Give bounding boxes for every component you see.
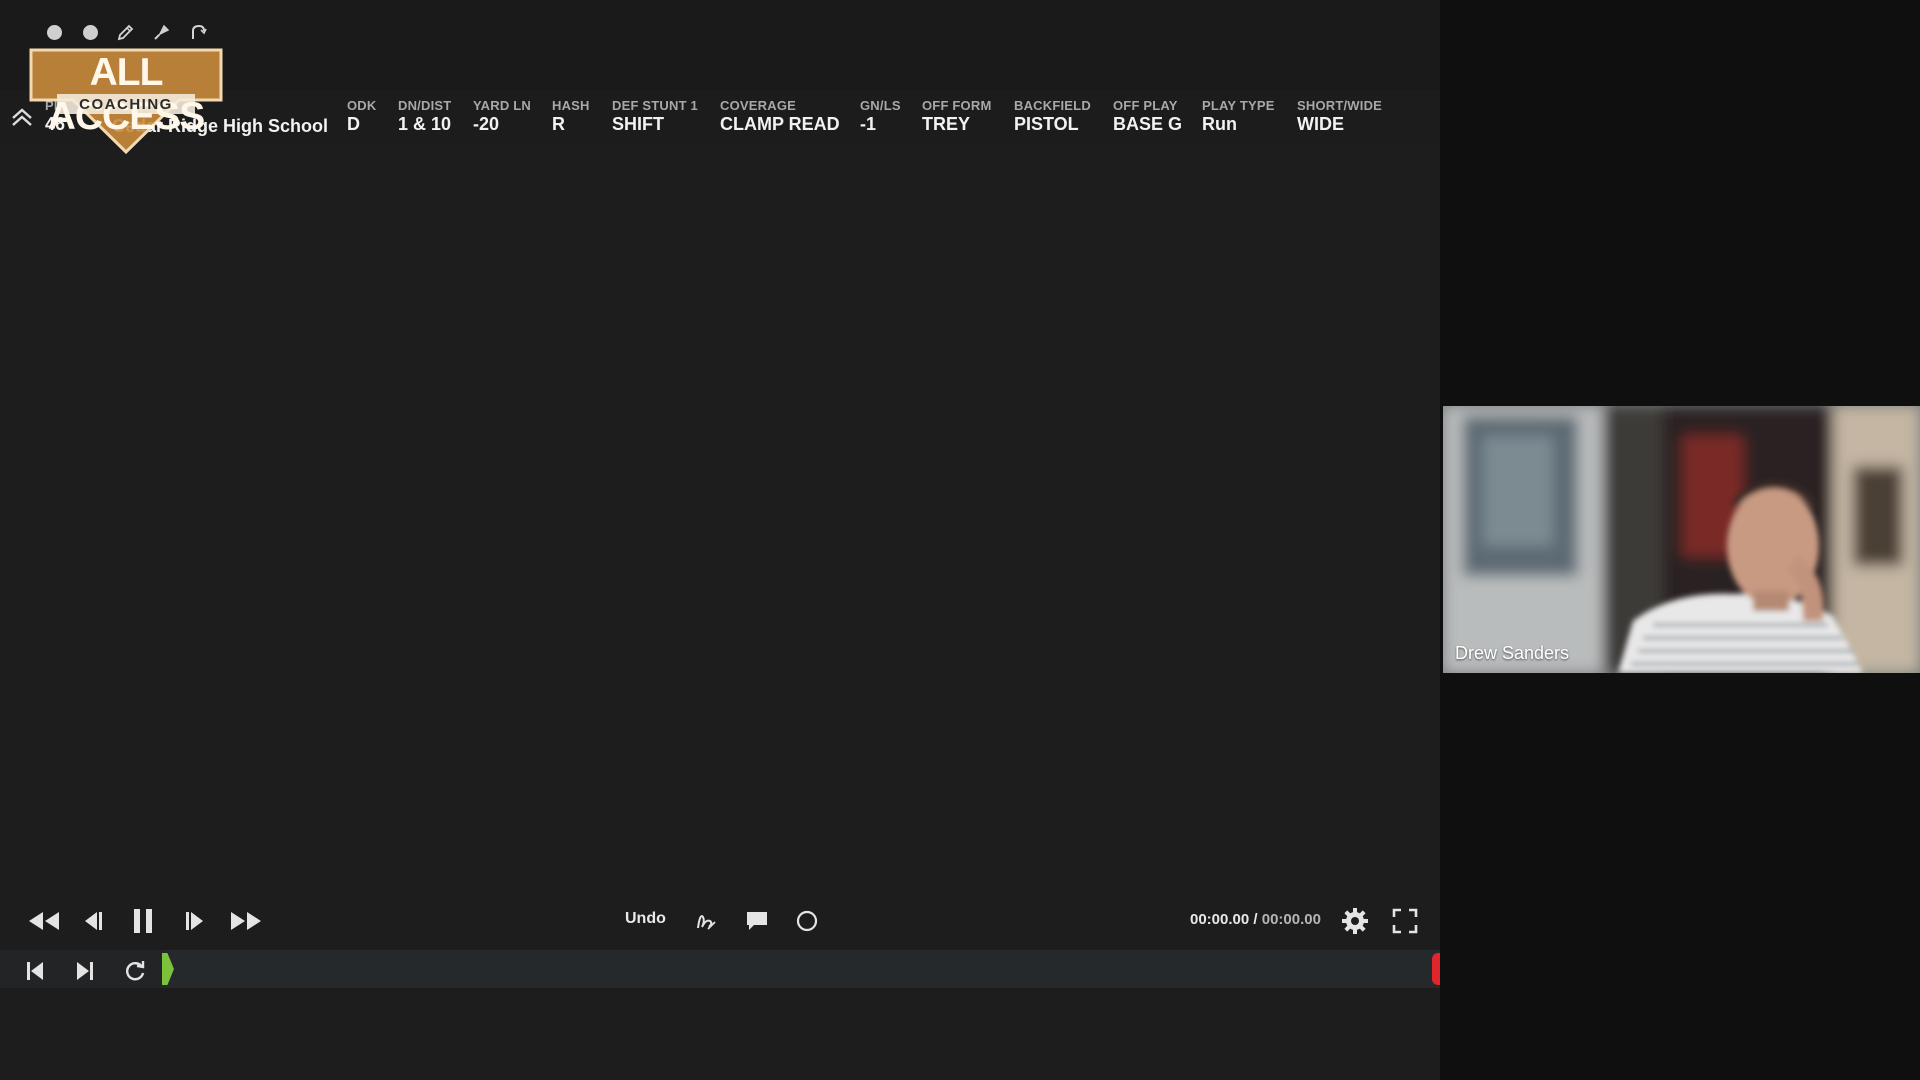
freehand-draw-icon[interactable] (692, 906, 720, 936)
field-label: HASH (552, 98, 590, 113)
field-label: YARD LN (473, 98, 531, 113)
field-value: -1 (860, 114, 877, 134)
field-short-wide: SHORT/WIDE WIDE (1297, 99, 1382, 135)
field-label: GN/LS (860, 98, 901, 113)
fast-forward-icon[interactable] (228, 906, 264, 936)
skip-to-end-icon[interactable] (72, 956, 98, 986)
undo-button[interactable]: Undo (625, 910, 666, 928)
field-label: OFF PLAY (1113, 98, 1178, 113)
video-player[interactable]: PL 46 Cedar Ridge High School ODK D DN/D… (0, 0, 1440, 1080)
field-label: PLAY TYPE (1202, 98, 1275, 113)
field-label: SHORT/WIDE (1297, 98, 1383, 113)
pencil-icon[interactable] (116, 22, 136, 42)
field-def-stunt: DEF STUNT 1 SHIFT (612, 99, 698, 135)
field-label: ODK (347, 98, 377, 113)
timeline-end-marker[interactable] (1432, 953, 1440, 985)
field-value: -20 (473, 114, 500, 134)
rewind-icon[interactable] (26, 906, 62, 936)
field-value: PISTOL (1014, 114, 1079, 134)
field-label: COVERAGE (720, 98, 797, 113)
total-time: 00:00.00 (1261, 911, 1321, 928)
drawing-tools (44, 22, 208, 42)
loop-icon[interactable] (122, 956, 148, 986)
field-label: OFF FORM (922, 98, 992, 113)
field-label: DN/DIST (398, 98, 452, 113)
field-value: 1 & 10 (398, 114, 452, 134)
circle-tool-icon[interactable] (44, 22, 64, 42)
participant-name: Drew Sanders (1455, 643, 1570, 663)
field-label: BACKFIELD (1014, 98, 1091, 113)
fullscreen-icon[interactable] (1390, 906, 1420, 936)
marker-icon[interactable] (152, 22, 172, 42)
gear-icon[interactable] (1340, 906, 1370, 936)
field-odk: ODK D (347, 99, 377, 135)
field-value: D (347, 114, 360, 134)
participant-video-tile: Drew Sanders (1443, 406, 1920, 673)
circle-shape-icon[interactable] (793, 906, 821, 936)
step-back-icon[interactable] (80, 906, 106, 936)
logo-line-1: ALL ACCESS (47, 51, 206, 138)
field-label: DEF STUNT 1 (612, 98, 698, 113)
playback-controls: Undo 00:00.00 / 00:00.00 (0, 892, 1440, 950)
field-value: R (552, 114, 565, 134)
timecode: 00:00.00 / 00:00.00 (1190, 911, 1321, 928)
field-coverage: COVERAGE CLAMP READ (720, 99, 840, 135)
arc-icon[interactable] (188, 22, 208, 42)
step-forward-icon[interactable] (182, 906, 208, 936)
field-off-play: OFF PLAY BASE G (1113, 99, 1182, 135)
field-value: TREY (922, 114, 971, 134)
skip-to-start-icon[interactable] (22, 956, 48, 986)
timeline-track[interactable] (162, 950, 1440, 988)
comment-icon[interactable] (743, 906, 771, 936)
field-hash: HASH R (552, 99, 590, 135)
field-gain-loss: GN/LS -1 (860, 99, 901, 135)
circle-tool-icon[interactable] (80, 22, 100, 42)
participant-video-image (1443, 406, 1920, 673)
logo-line-2: COACHING (79, 96, 173, 113)
screen: PL 46 Cedar Ridge High School ODK D DN/D… (0, 0, 1920, 1080)
field-value: WIDE (1297, 114, 1344, 134)
timeline-bar (0, 950, 1440, 988)
time-separator: / (1249, 911, 1262, 928)
pause-icon[interactable] (130, 906, 156, 936)
field-yard-line: YARD LN -20 (473, 99, 531, 135)
field-down-distance: DN/DIST 1 & 10 (398, 99, 451, 135)
field-value: SHIFT (612, 114, 664, 134)
current-time: 00:00.00 (1190, 911, 1250, 928)
field-value: CLAMP READ (720, 114, 840, 134)
field-off-form: OFF FORM TREY (922, 99, 991, 135)
field-value: BASE G (1113, 114, 1183, 134)
all-access-coaching-logo: ALL ACCESS COACHING (27, 48, 225, 158)
field-play-type: PLAY TYPE Run (1202, 99, 1275, 135)
field-value: Run (1202, 114, 1237, 134)
field-backfield: BACKFIELD PISTOL (1014, 99, 1091, 135)
